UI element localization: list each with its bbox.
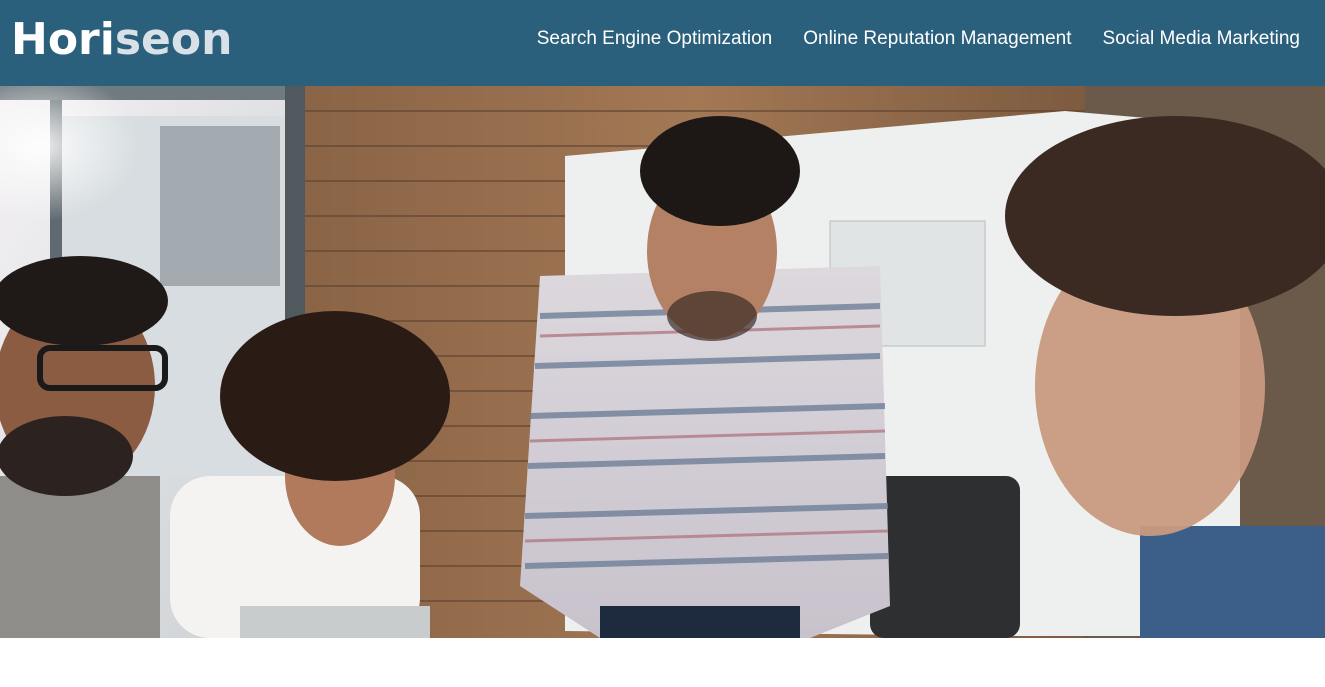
- nav-link-reputation[interactable]: Online Reputation Management: [803, 28, 1071, 50]
- logo-text-part1: Hori: [11, 13, 115, 65]
- nav-link-seo[interactable]: Search Engine Optimization: [537, 28, 773, 50]
- main-nav: Search Engine Optimization Online Reputa…: [537, 28, 1300, 50]
- nav-link-social-media[interactable]: Social Media Marketing: [1103, 28, 1300, 50]
- logo-text-part2: seon: [114, 13, 233, 65]
- site-logo[interactable]: Horiseon: [11, 14, 232, 65]
- page-below-hero: [0, 638, 1325, 687]
- hero-image: [0, 86, 1325, 638]
- site-header: Horiseon Search Engine Optimization Onli…: [0, 0, 1325, 86]
- team-meeting-photo-icon: [0, 86, 1325, 638]
